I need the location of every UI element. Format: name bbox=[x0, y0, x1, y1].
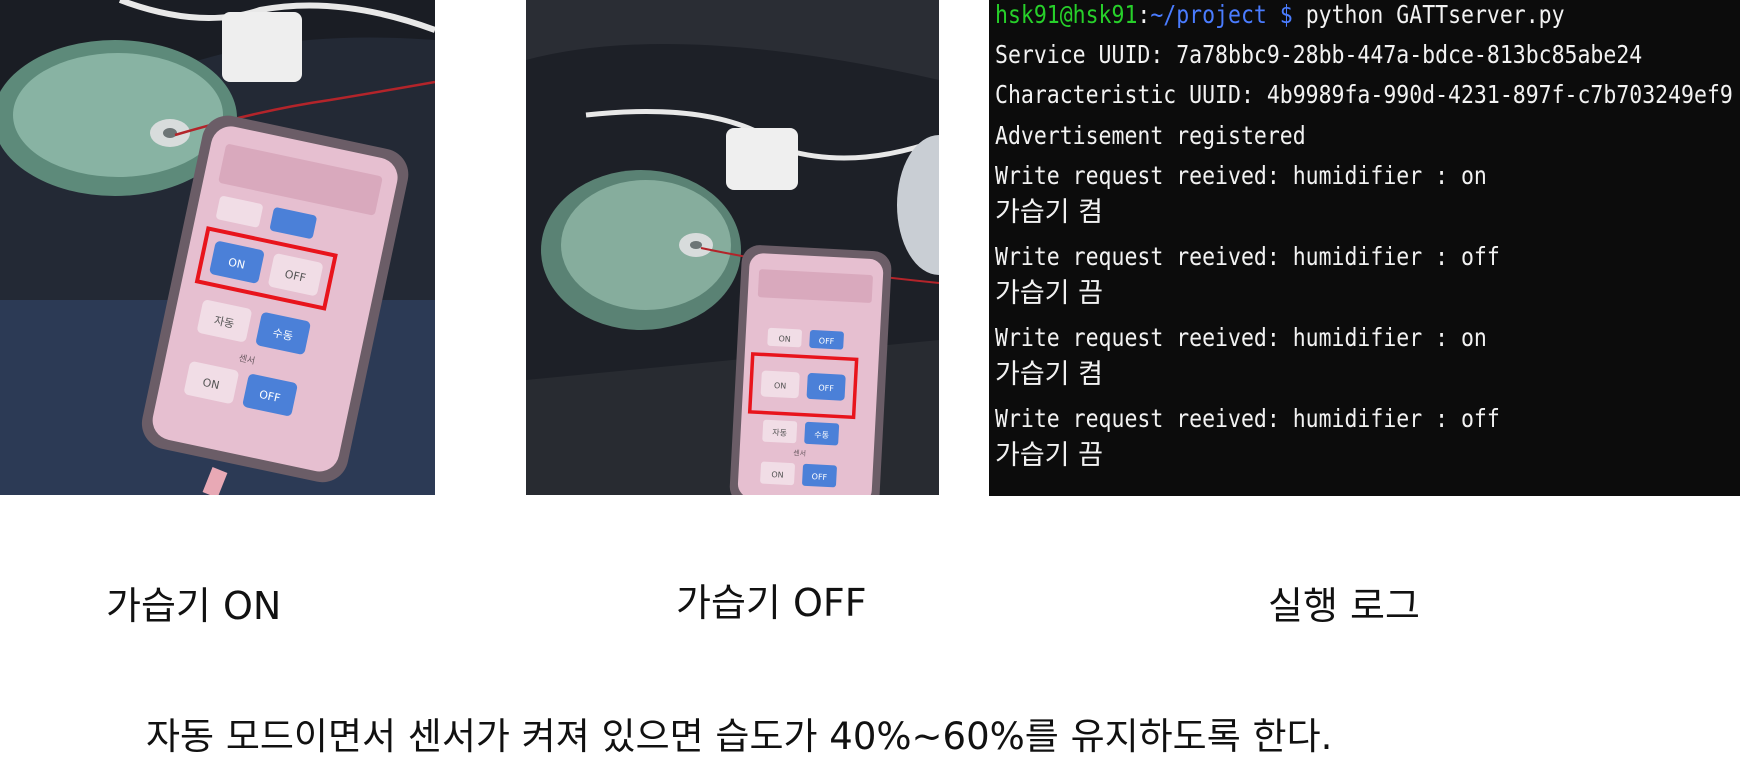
prompt-separator: : bbox=[1137, 0, 1151, 29]
terminal-line: 가습기 끔 bbox=[995, 440, 1103, 471]
phone-on-button: ON bbox=[774, 381, 787, 391]
caption-humidifier-on: 가습기 ON bbox=[106, 584, 282, 628]
terminal-line: 가습기 켬 bbox=[995, 359, 1103, 390]
terminal-line: 가습기 끔 bbox=[995, 278, 1103, 309]
prompt-path: ~/project $ bbox=[1150, 0, 1293, 29]
smartphone: ON OFF ON OFF 자동 수동 센서 ON OFF bbox=[729, 245, 892, 495]
terminal-command: python GATTserver.py bbox=[1292, 0, 1565, 29]
terminal-line: Write request reeived: humidifier : off bbox=[995, 242, 1500, 271]
terminal-line: Advertisement registered bbox=[995, 121, 1306, 150]
phone-manual-button: 수동 bbox=[814, 430, 829, 440]
humidifier-off-scene: ON OFF ON OFF 자동 수동 센서 ON OFF bbox=[526, 0, 939, 495]
terminal-line: 가습기 켬 bbox=[995, 197, 1103, 228]
humidifier-on-scene: ON OFF 자동 수동 센서 ON OFF bbox=[0, 0, 435, 495]
terminal-line: Write request reeived: humidifier : on bbox=[995, 323, 1487, 352]
phone-auto-button: 자동 bbox=[772, 428, 787, 438]
switch-device bbox=[726, 128, 798, 190]
phone-sensor-label: 센서 bbox=[793, 448, 806, 458]
terminal-line: Characteristic UUID: 4b9989fa-990d-4231-… bbox=[995, 80, 1733, 109]
caption-execution-log: 실행 로그 bbox=[1268, 584, 1420, 628]
phone-sensor-off-button: OFF bbox=[811, 472, 827, 482]
terminal-prompt: hsk91@hsk91:~/project $ python GATTserve… bbox=[995, 0, 1565, 30]
prompt-user: hsk91@hsk91 bbox=[995, 0, 1138, 29]
phone-sensor-on-button: ON bbox=[771, 470, 784, 480]
humidifier-off-photo: ON OFF ON OFF 자동 수동 센서 ON OFF bbox=[526, 0, 939, 495]
phone-mode-on-button: ON bbox=[778, 334, 791, 344]
phone-off-button: OFF bbox=[818, 383, 834, 393]
terminal-line: Write request reeived: humidifier : on bbox=[995, 161, 1487, 190]
terminal-window: hsk91@hsk91:~/project $ python GATTserve… bbox=[989, 0, 1740, 496]
terminal-line: Write request reeived: humidifier : off bbox=[995, 404, 1500, 433]
terminal-line: Service UUID: 7a78bbc9-28bb-447a-bdce-81… bbox=[995, 40, 1643, 69]
switch-device bbox=[222, 12, 302, 82]
footer-description: 자동 모드이면서 센서가 켜져 있으면 습도가 40%~60%를 유지하도록 한… bbox=[146, 715, 1333, 758]
caption-humidifier-off: 가습기 OFF bbox=[676, 581, 867, 625]
humidifier-on-photo: ON OFF 자동 수동 센서 ON OFF bbox=[0, 0, 435, 495]
phone-mode-off-button: OFF bbox=[819, 336, 835, 346]
